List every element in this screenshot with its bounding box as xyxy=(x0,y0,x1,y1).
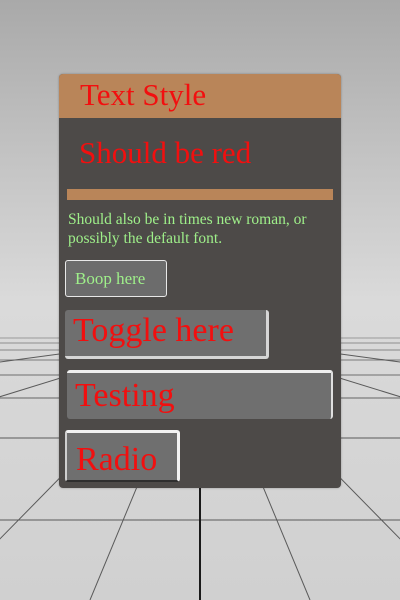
text-style-panel: Text Style Should be red Should also be … xyxy=(59,74,341,488)
panel-stand xyxy=(199,488,201,600)
text-input-field[interactable]: Testing xyxy=(67,370,333,419)
boop-button[interactable]: Boop here xyxy=(65,260,167,297)
green-text-label: Should also be in times new roman, or po… xyxy=(68,211,307,247)
toggle-button[interactable]: Toggle here xyxy=(65,310,269,359)
radio-button[interactable]: Radio xyxy=(65,430,180,482)
panel-title: Text Style xyxy=(80,77,207,112)
red-text-label: Should be red xyxy=(79,135,252,170)
text-input-value: Testing xyxy=(75,377,175,414)
toggle-button-label: Toggle here xyxy=(73,312,234,349)
boop-button-label: Boop here xyxy=(75,269,146,288)
radio-button-label: Radio xyxy=(76,441,158,478)
panel-header: Text Style xyxy=(59,74,341,118)
divider-bar xyxy=(67,189,333,200)
